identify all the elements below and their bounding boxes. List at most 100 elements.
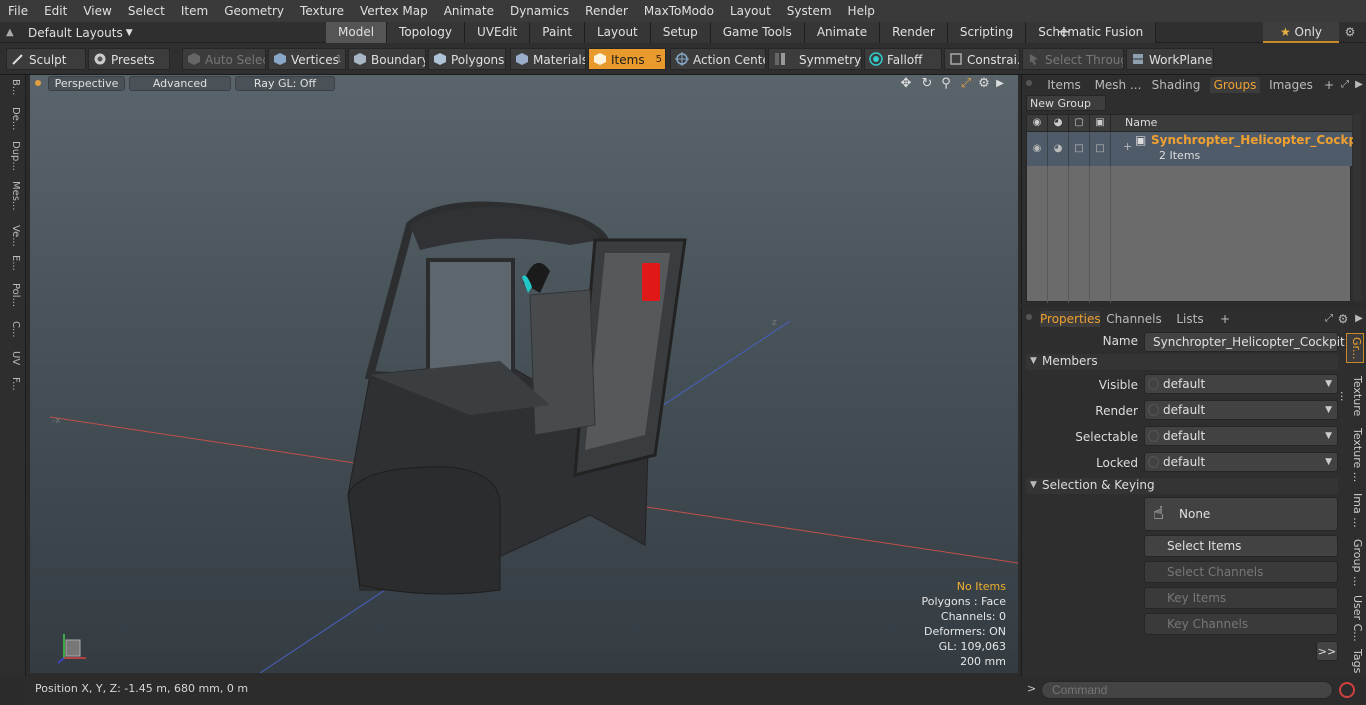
sculpt-button[interactable]: Sculpt (6, 48, 86, 70)
tab-setup[interactable]: Setup (650, 22, 711, 43)
panel-arrow-icon[interactable]: ▶ (1353, 77, 1365, 93)
viewport-gear-icon[interactable]: ⚙ (976, 76, 992, 92)
sidetab-tags[interactable]: Tags (1346, 647, 1364, 675)
tab-channels[interactable]: Channels (1106, 311, 1162, 327)
strip-item-basic[interactable]: B... (5, 79, 21, 95)
key-items-button[interactable]: Key Items (1144, 587, 1338, 609)
props-gear-icon[interactable]: ⚙ (1336, 311, 1350, 327)
action-center-button[interactable]: Action Center (670, 48, 766, 70)
presets-button[interactable]: Presets (88, 48, 170, 70)
props-menu-dot-icon[interactable] (1026, 314, 1032, 320)
tab-topology[interactable]: Topology (387, 22, 466, 43)
command-input[interactable] (1041, 681, 1333, 699)
tab-paint[interactable]: Paint (530, 22, 585, 43)
select-through-button[interactable]: Select Through (1022, 48, 1124, 70)
select-items-button[interactable]: Select Items (1144, 535, 1338, 557)
sidetab-group-2[interactable]: Group ... (1346, 537, 1364, 589)
sidetab-images[interactable]: Ima ... (1346, 487, 1364, 533)
strip-item-uv[interactable]: UV (5, 351, 21, 365)
tab-mesh[interactable]: Mesh ... (1092, 77, 1144, 93)
strip-item-vertex[interactable]: Ve... (5, 225, 21, 247)
name-field[interactable]: Synchropter_Helicopter_Cockpit (4) (1144, 332, 1345, 368)
strip-item-curve[interactable]: C... (5, 321, 21, 338)
props-add-tab-icon[interactable]: + (1218, 311, 1232, 327)
menu-dynamics[interactable]: Dynamics (502, 0, 577, 22)
row-lock-box-icon[interactable]: □ (1090, 132, 1111, 166)
fit-view-icon[interactable]: ⤢ (958, 76, 974, 92)
layouts-dropdown[interactable]: ▲ Default Layouts ▼ (6, 22, 133, 43)
menu-edit[interactable]: Edit (36, 0, 75, 22)
lock-cube-icon[interactable]: ▣ (1090, 115, 1111, 132)
tab-properties[interactable]: Properties (1040, 311, 1101, 327)
panel-menu-dot-icon[interactable] (1026, 80, 1032, 86)
render-dropdown[interactable]: default ▼ (1144, 400, 1338, 420)
falloff-button[interactable]: Falloff (864, 48, 942, 70)
sidetab-texture-2[interactable]: Texture ... (1346, 427, 1364, 483)
expand-panel-icon[interactable]: ⤢ (1338, 77, 1352, 93)
record-icon[interactable] (1339, 682, 1355, 698)
menu-vertex-map[interactable]: Vertex Map (352, 0, 436, 22)
more-button[interactable]: >> (1316, 641, 1338, 661)
3d-viewport[interactable]: -x z Perspective Advanced Ray GL: Off ✥ … (30, 75, 1018, 673)
raygl-dropdown[interactable]: Ray GL: Off (235, 76, 335, 91)
row-render-icon[interactable]: ◕ (1048, 132, 1069, 166)
tab-schematic-fusion[interactable]: Schematic Fusion (1026, 22, 1157, 43)
tab-items[interactable]: Items (1040, 77, 1088, 93)
groups-scrollbar[interactable] (1353, 115, 1361, 301)
menu-geometry[interactable]: Geometry (216, 0, 292, 22)
materials-button[interactable]: Materials (510, 48, 586, 70)
visible-dropdown[interactable]: default ▼ (1144, 374, 1338, 394)
row-visibility-eye-icon[interactable]: ◉ (1027, 132, 1048, 166)
tab-uvedit[interactable]: UVEdit (465, 22, 531, 43)
add-tab-icon[interactable]: + (1322, 77, 1336, 93)
strip-item-mesh-edit[interactable]: Mes... (5, 181, 21, 211)
tab-model[interactable]: Model (326, 22, 388, 43)
perspective-dropdown[interactable]: Perspective (48, 76, 125, 91)
collapse-arrow-icon[interactable]: ▲ (6, 27, 18, 38)
workplane-button[interactable]: WorkPlane (1126, 48, 1214, 70)
menu-animate[interactable]: Animate (436, 0, 502, 22)
members-section[interactable]: ▼ Members (1026, 354, 1338, 370)
viewport-expand-arrow-icon[interactable]: ▶ (992, 76, 1008, 92)
tab-scripting[interactable]: Scripting (947, 22, 1027, 43)
only-button[interactable]: ★ Only (1263, 22, 1339, 43)
expand-plus-icon[interactable]: + (1123, 140, 1132, 153)
advanced-dropdown[interactable]: Advanced (129, 76, 231, 91)
polygons-button[interactable]: Polygons (428, 48, 506, 70)
props-arrow-icon[interactable]: ▶ (1353, 311, 1365, 327)
new-group-button[interactable]: New Group (1026, 95, 1106, 111)
menu-help[interactable]: Help (840, 0, 883, 22)
sidetab-texture-1[interactable]: Texture ... (1338, 369, 1364, 423)
tab-layout[interactable]: Layout (584, 22, 651, 43)
locked-dropdown[interactable]: default ▼ (1144, 452, 1338, 472)
strip-item-polygon[interactable]: Pol... (5, 283, 21, 307)
selectable-dropdown[interactable]: default ▼ (1144, 426, 1338, 446)
tab-render[interactable]: Render (880, 22, 948, 43)
render-icon[interactable]: ◕ (1048, 115, 1069, 132)
constraints-button[interactable]: Constrai... (944, 48, 1020, 70)
viewport-menu-dot-icon[interactable] (35, 80, 41, 86)
rotate-view-icon[interactable]: ↻ (919, 76, 935, 92)
menu-layout[interactable]: Layout (722, 0, 779, 22)
strip-item-edge[interactable]: E... (5, 255, 21, 271)
sidetab-user-channels[interactable]: User C... (1346, 593, 1364, 643)
tab-groups[interactable]: Groups (1210, 77, 1260, 93)
symmetry-button[interactable]: Symmetry (768, 48, 862, 70)
zoom-view-icon[interactable]: ⚲ (938, 76, 954, 92)
selection-keying-section[interactable]: ▼ Selection & Keying (1026, 478, 1338, 494)
menu-select[interactable]: Select (120, 0, 173, 22)
sidetab-group[interactable]: Gr... (1346, 333, 1364, 363)
menu-system[interactable]: System (779, 0, 840, 22)
strip-item-fusion[interactable]: F... (5, 377, 21, 391)
menu-texture[interactable]: Texture (292, 0, 352, 22)
menu-render[interactable]: Render (577, 0, 636, 22)
move-view-icon[interactable]: ✥ (898, 76, 914, 92)
tab-animate[interactable]: Animate (804, 22, 881, 43)
items-button[interactable]: Items 5 (588, 48, 666, 70)
vertices-button[interactable]: Vertices 1 (268, 48, 346, 70)
visibility-eye-icon[interactable]: ◉ (1027, 115, 1048, 132)
menu-maxtomodo[interactable]: MaxToModo (636, 0, 722, 22)
tab-images[interactable]: Images (1264, 77, 1318, 93)
props-expand-icon[interactable]: ⤢ (1322, 311, 1336, 327)
row-select-box-icon[interactable]: □ (1069, 132, 1090, 166)
